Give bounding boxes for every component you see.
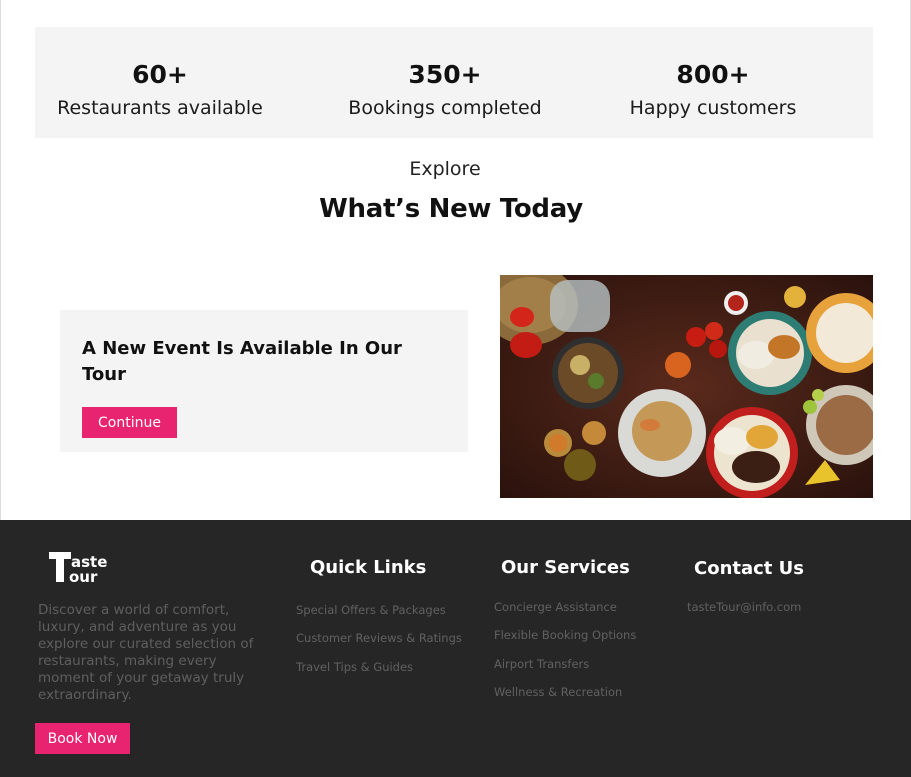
quick-link-reviews[interactable]: Customer Reviews & Ratings	[296, 631, 462, 659]
continue-button[interactable]: Continue	[82, 407, 177, 438]
quick-link-offers[interactable]: Special Offers & Packages	[296, 603, 462, 631]
footer-about-text: Discover a world of comfort, luxury, and…	[38, 602, 254, 703]
svg-text:our: our	[69, 568, 98, 584]
service-flexible-booking[interactable]: Flexible Booking Options	[494, 628, 636, 656]
logo-mark: aste our	[49, 552, 107, 586]
services-list: Concierge Assistance Flexible Booking Op…	[494, 600, 636, 713]
stat-value: 800+	[676, 60, 750, 89]
event-card: A New Event Is Available In Our Tour Con…	[60, 310, 468, 452]
contact-email-link[interactable]: tasteTour@info.com	[687, 600, 801, 628]
stat-label: Restaurants available	[57, 97, 263, 119]
service-airport-transfers[interactable]: Airport Transfers	[494, 657, 636, 685]
stat-label: Happy customers	[629, 97, 797, 119]
contact-title: Contact Us	[694, 558, 805, 579]
quick-links-title: Quick Links	[310, 557, 427, 578]
stat-value: 350+	[408, 60, 482, 89]
service-concierge[interactable]: Concierge Assistance	[494, 600, 636, 628]
quick-link-travel-tips[interactable]: Travel Tips & Guides	[296, 660, 462, 688]
page-left-border	[0, 0, 1, 520]
footer: aste our Discover a world of comfort, lu…	[0, 520, 911, 777]
section-eyebrow: Explore	[409, 158, 481, 180]
book-now-button[interactable]: Book Now	[35, 723, 130, 754]
quick-links-list: Special Offers & Packages Customer Revie…	[296, 603, 462, 688]
stat-label: Bookings completed	[348, 97, 542, 119]
service-wellness[interactable]: Wellness & Recreation	[494, 685, 636, 713]
food-image	[500, 275, 873, 498]
stat-value: 60+	[132, 60, 188, 89]
food-spread-illustration	[500, 275, 873, 498]
stats-band: 60+ Restaurants available 350+ Bookings …	[35, 27, 873, 138]
contact-list: tasteTour@info.com	[687, 600, 801, 628]
section-title: What’s New Today	[319, 194, 583, 224]
taste-tour-logo[interactable]: aste our	[47, 550, 119, 586]
event-title: A New Event Is Available In Our Tour	[82, 338, 402, 385]
services-title: Our Services	[501, 557, 630, 578]
